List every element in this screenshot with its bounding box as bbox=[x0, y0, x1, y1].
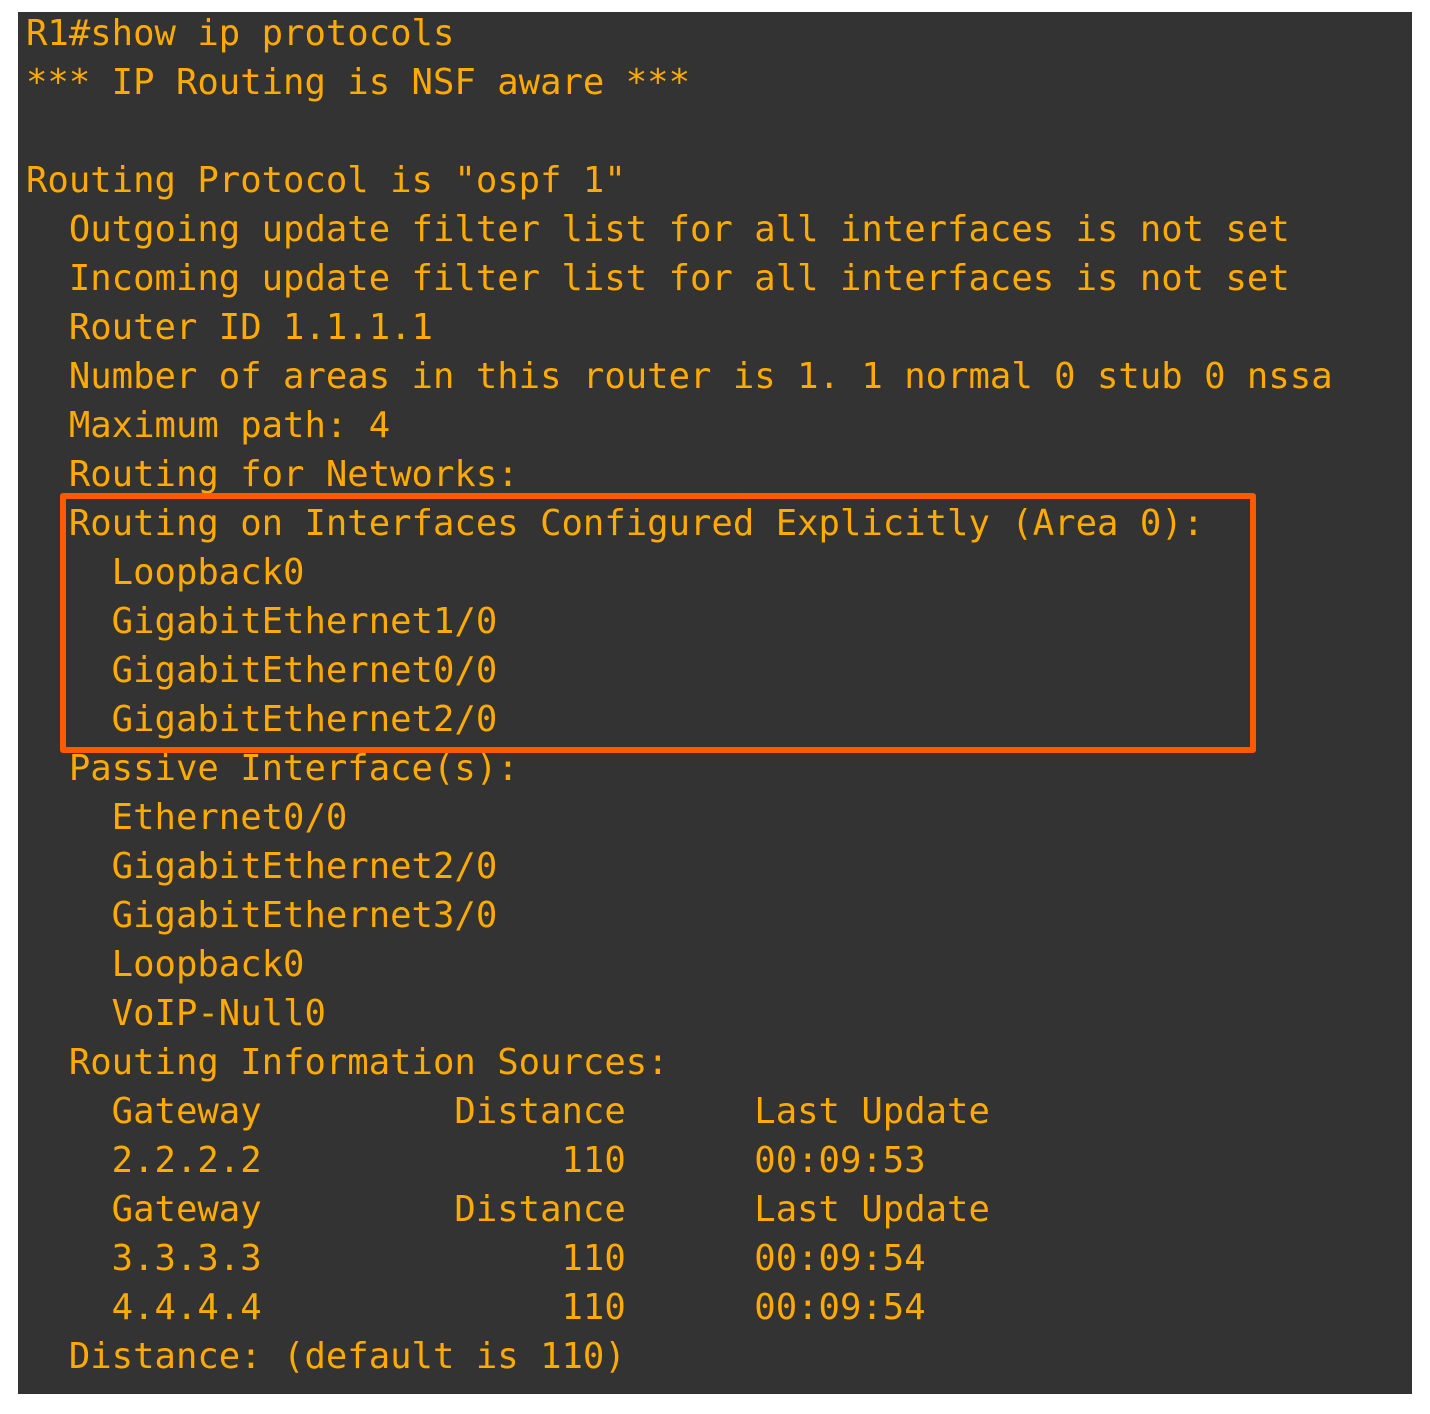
passive-interface-eth0-0: Ethernet0/0 bbox=[26, 797, 348, 838]
command-prompt-line: R1#show ip protocols bbox=[26, 13, 455, 54]
nsf-aware-line: *** IP Routing is NSF aware *** bbox=[26, 62, 691, 103]
passive-interface-loopback0: Loopback0 bbox=[26, 944, 305, 985]
sources-table-row: 4.4.4.4 110 00:09:54 bbox=[26, 1287, 926, 1328]
sources-table-header: Gateway Distance Last Update bbox=[26, 1189, 990, 1230]
passive-interface-gi2-0: GigabitEthernet2/0 bbox=[26, 846, 498, 887]
routing-protocol-line: Routing Protocol is "ospf 1" bbox=[26, 160, 626, 201]
sources-table-header: Gateway Distance Last Update bbox=[26, 1091, 990, 1132]
passive-interfaces-heading: Passive Interface(s): bbox=[26, 748, 519, 789]
terminal-window: R1#show ip protocols *** IP Routing is N… bbox=[18, 12, 1412, 1394]
routing-on-interfaces-heading: Routing on Interfaces Configured Explici… bbox=[26, 503, 1205, 544]
explicit-interface-gi1-0: GigabitEthernet1/0 bbox=[26, 601, 498, 642]
routing-info-sources-heading: Routing Information Sources: bbox=[26, 1042, 669, 1083]
outgoing-filter-line: Outgoing update filter list for all inte… bbox=[26, 209, 1290, 250]
passive-interface-gi3-0: GigabitEthernet3/0 bbox=[26, 895, 498, 936]
passive-interface-voip-null0: VoIP-Null0 bbox=[26, 993, 326, 1034]
default-distance-line: Distance: (default is 110) bbox=[26, 1336, 626, 1377]
sources-table-row: 3.3.3.3 110 00:09:54 bbox=[26, 1238, 926, 1279]
explicit-interface-loopback0: Loopback0 bbox=[26, 552, 305, 593]
number-of-areas-line: Number of areas in this router is 1. 1 n… bbox=[26, 356, 1333, 397]
routing-for-networks-line: Routing for Networks: bbox=[26, 454, 519, 495]
incoming-filter-line: Incoming update filter list for all inte… bbox=[26, 258, 1290, 299]
sources-table-row: 2.2.2.2 110 00:09:53 bbox=[26, 1140, 926, 1181]
explicit-interface-gi2-0: GigabitEthernet2/0 bbox=[26, 699, 498, 740]
router-id-line: Router ID 1.1.1.1 bbox=[26, 307, 433, 348]
maximum-path-line: Maximum path: 4 bbox=[26, 405, 391, 446]
explicit-interface-gi0-0: GigabitEthernet0/0 bbox=[26, 650, 498, 691]
